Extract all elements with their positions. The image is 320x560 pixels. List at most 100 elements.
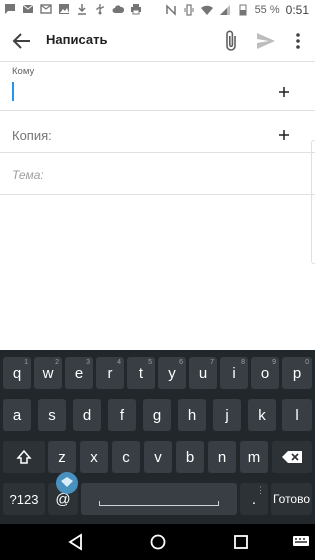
status-right-icons: 55 % 0:51 [165,3,309,17]
key-label: o [260,364,270,382]
status-bar: 55 % 0:51 [0,0,315,21]
add-cc-icon[interactable] [277,128,291,142]
key-label: l [295,406,299,424]
key-g[interactable]: g [143,399,171,431]
key-label: g [152,406,162,424]
key-label: k [258,406,266,424]
key-hint: 5 [148,359,152,366]
navigation-bar [0,524,315,560]
key-k[interactable]: k [248,399,276,431]
key-c[interactable]: c [112,441,140,473]
key-b[interactable]: b [176,441,204,473]
key-hint: 9 [272,359,276,366]
edge-panel-handle[interactable] [311,140,315,264]
key-s[interactable]: s [38,399,66,431]
key-l[interactable]: l [282,399,312,431]
symbols-key[interactable]: ?123 [3,483,45,515]
key-y[interactable]: y6 [158,357,186,389]
key-label: j [225,406,229,424]
key-label: t [138,364,144,382]
key-label: ?123 [9,491,39,507]
to-field-input[interactable] [12,82,14,101]
shift-key[interactable] [3,441,45,473]
key-label: a [12,406,22,424]
key-label: f [119,406,125,424]
divider [0,152,315,153]
to-field-label: Кому [12,66,35,77]
subject-field[interactable]: Тема: [12,168,44,182]
key-label: d [82,406,92,424]
key-h[interactable]: h [178,399,206,431]
nfc-icon [165,4,176,16]
key-m[interactable]: m [240,441,268,473]
send-icon[interactable] [255,30,277,52]
done-key[interactable]: Готово [271,483,312,515]
key-hint: 7 [210,359,214,366]
usb-icon [96,4,104,15]
floating-bubble-icon[interactable] [54,470,80,496]
gmail-icon [40,4,52,14]
key-label: x [90,448,98,466]
recents-square-icon[interactable] [231,532,251,552]
key-x[interactable]: x [80,441,108,473]
space-bar-indicator [99,501,219,506]
key-p[interactable]: p0 [282,357,312,389]
home-circle-icon[interactable] [148,532,168,552]
key-d[interactable]: d [73,399,101,431]
key-label: i [232,364,236,382]
key-e[interactable]: e3 [65,357,93,389]
key-label: e [74,364,84,382]
key-label: h [187,406,197,424]
key-o[interactable]: o9 [251,357,279,389]
key-u[interactable]: u7 [189,357,217,389]
divider [0,194,315,195]
more-vert-icon[interactable] [290,29,306,53]
key-f[interactable]: f [108,399,136,431]
space-bar[interactable] [81,483,237,515]
key-label: w [42,364,54,382]
key-hint: 0 [305,359,309,366]
key-z[interactable]: z [48,441,76,473]
key-label: u [198,364,208,382]
key-i[interactable]: i8 [220,357,248,389]
mail-icon [22,4,34,13]
key-j[interactable]: j [213,399,241,431]
period-key[interactable]: . ⋮ [240,483,268,515]
key-n[interactable]: n [208,441,236,473]
key-hint: 2 [55,359,59,366]
printer-icon [131,4,141,15]
key-label: p [292,364,302,382]
backspace-icon [282,451,302,463]
key-hint: 3 [86,359,90,366]
key-label: b [185,448,195,466]
back-triangle-icon[interactable] [66,532,86,552]
battery-percent: 55 % [254,4,280,16]
key-label: v [154,448,162,466]
paperclip-icon[interactable] [220,29,242,53]
backspace-key[interactable] [272,441,312,473]
key-q[interactable]: q1 [3,357,31,389]
key-hint: 8 [241,359,245,366]
key-hint: 6 [179,359,183,366]
key-t[interactable]: t5 [127,357,155,389]
key-label: n [217,448,227,466]
key-label: q [12,364,22,382]
key-a[interactable]: a [3,399,31,431]
sms-icon [5,4,15,14]
cc-field[interactable]: Копия: [12,128,52,143]
key-w[interactable]: w2 [34,357,62,389]
key-hint: 4 [117,359,121,366]
key-v[interactable]: v [144,441,172,473]
key-label: y [168,364,176,382]
key-label: c [122,448,130,466]
divider [0,61,315,62]
key-label: z [58,448,66,466]
keyboard-switch-icon[interactable] [292,532,310,552]
key-hint-more: ⋮ [256,485,265,495]
key-label: Готово [272,492,311,506]
key-r[interactable]: r4 [96,357,124,389]
battery-icon [239,4,247,16]
back-arrow-icon[interactable] [10,29,34,53]
page-title: Написать [46,32,108,47]
add-recipient-icon[interactable] [277,85,291,99]
